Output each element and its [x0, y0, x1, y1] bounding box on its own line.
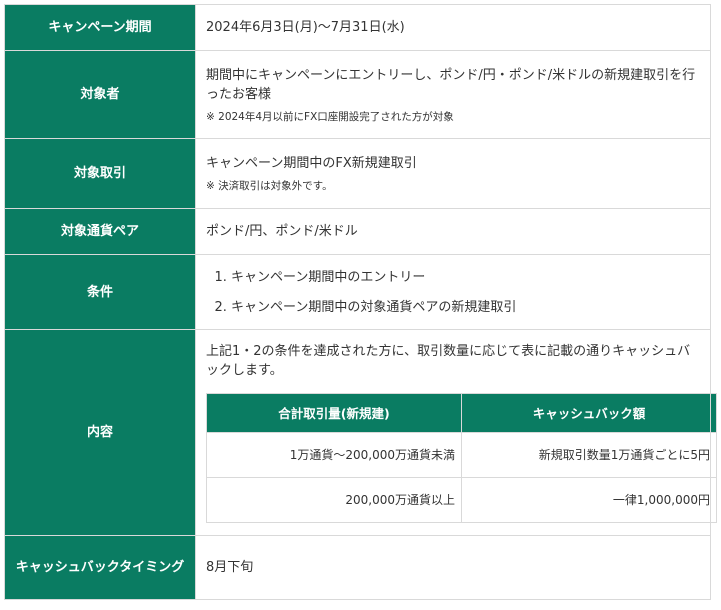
cell-cashback: 一律1,000,000円: [461, 477, 717, 523]
value-pairs: ポンド/円、ポンド/米ドル: [195, 208, 711, 255]
label-period: キャンペーン期間: [4, 4, 196, 51]
cell-cashback: 新規取引数量1万通貨ごとに5円: [461, 432, 717, 478]
table-row: 200,000万通貨以上 一律1,000,000円: [206, 477, 717, 523]
row-trade: 対象取引 キャンペーン期間中のFX新規建取引 ※ 決済取引は対象外です。: [4, 138, 711, 209]
condition-item-1: キャンペーン期間中のエントリー: [231, 268, 700, 287]
conditions-list: キャンペーン期間中のエントリー キャンペーン期間中の対象通貨ペアの新規建取引: [206, 268, 700, 317]
header-volume: 合計取引量(新規建): [206, 393, 462, 433]
condition-item-2: キャンペーン期間中の対象通貨ペアの新規建取引: [231, 298, 700, 317]
row-period: キャンペーン期間 2024年6月3日(月)～7月31日(水): [4, 4, 711, 51]
cashback-table: 合計取引量(新規建) キャッシュバック額 1万通貨～200,000万通貨未満 新…: [206, 393, 717, 523]
label-timing: キャッシュバックタイミング: [4, 535, 196, 600]
value-target: 期間中にキャンペーンにエントリーし、ポンド/円・ポンド/米ドルの新規建取引を行っ…: [206, 67, 696, 102]
header-cashback: キャッシュバック額: [461, 393, 717, 433]
cell-conditions: キャンペーン期間中のエントリー キャンペーン期間中の対象通貨ペアの新規建取引: [195, 254, 711, 330]
label-trade: 対象取引: [4, 138, 196, 209]
cell-target: 期間中にキャンペーンにエントリーし、ポンド/円・ポンド/米ドルの新規建取引を行っ…: [195, 50, 711, 139]
value-trade: キャンペーン期間中のFX新規建取引: [206, 156, 417, 171]
row-content: 内容 上記1・2の条件を達成された方に、取引数量に応じて表に記載の通りキャッシュ…: [4, 329, 717, 536]
cell-content: 上記1・2の条件を達成された方に、取引数量に応じて表に記載の通りキャッシュバック…: [195, 329, 717, 536]
value-timing: 8月下旬: [195, 535, 711, 600]
row-pairs: 対象通貨ペア ポンド/円、ポンド/米ドル: [4, 208, 711, 255]
row-target: 対象者 期間中にキャンペーンにエントリーし、ポンド/円・ポンド/米ドルの新規建取…: [4, 50, 711, 139]
table-row: 1万通貨～200,000万通貨未満 新規取引数量1万通貨ごとに5円: [206, 432, 717, 478]
cashback-header-row: 合計取引量(新規建) キャッシュバック額: [206, 393, 717, 433]
campaign-details: キャンペーン期間 2024年6月3日(月)～7月31日(水) 対象者 期間中にキ…: [4, 4, 717, 600]
row-conditions: 条件 キャンペーン期間中のエントリー キャンペーン期間中の対象通貨ペアの新規建取…: [4, 254, 711, 330]
label-content: 内容: [4, 329, 196, 536]
campaign-table: キャンペーン期間 2024年6月3日(月)～7月31日(水) 対象者 期間中にキ…: [4, 4, 717, 600]
value-period: 2024年6月3日(月)～7月31日(水): [195, 4, 711, 51]
note-trade: ※ 決済取引は対象外です。: [206, 180, 333, 192]
label-conditions: 条件: [4, 254, 196, 330]
label-pairs: 対象通貨ペア: [4, 208, 196, 255]
content-intro: 上記1・2の条件を達成された方に、取引数量に応じて表に記載の通りキャッシュバック…: [206, 344, 691, 378]
note-target: ※ 2024年4月以前にFX口座開設完了された方が対象: [206, 110, 454, 123]
cell-trade: キャンペーン期間中のFX新規建取引 ※ 決済取引は対象外です。: [195, 138, 711, 209]
row-timing: キャッシュバックタイミング 8月下旬: [4, 535, 711, 600]
cell-volume: 1万通貨～200,000万通貨未満: [206, 432, 462, 478]
cell-volume: 200,000万通貨以上: [206, 477, 462, 523]
label-target: 対象者: [4, 50, 196, 139]
